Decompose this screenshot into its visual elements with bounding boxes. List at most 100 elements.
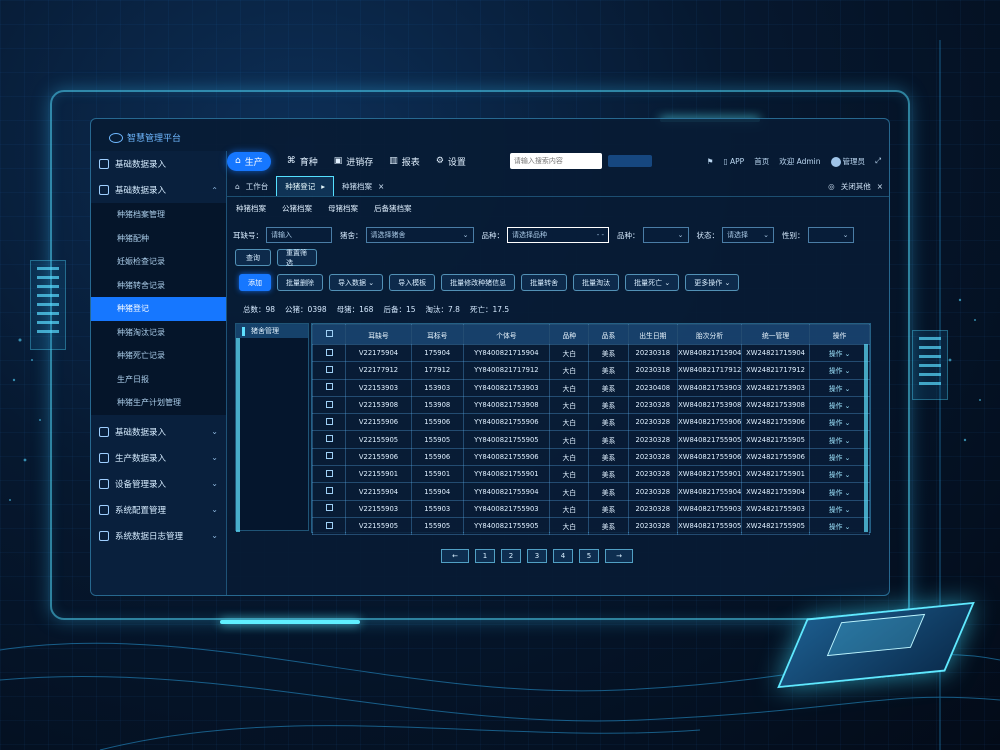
tab-close-others[interactable]: ◎ 关闭其他 × xyxy=(828,176,889,196)
prev-page-button[interactable]: ← xyxy=(441,549,469,563)
sidebar-group-3[interactable]: 基础数据录入 ⌄ xyxy=(91,419,226,445)
import-template-button[interactable]: 导入模板 xyxy=(389,274,436,291)
table-row[interactable]: V22175904 175904 YY8400821715904 大白 美系 202303… xyxy=(312,343,870,363)
row-action-dropdown[interactable]: 操作 ⌄ xyxy=(809,413,870,432)
nav-item-breeding[interactable]: ⌘ 育种 xyxy=(287,155,318,168)
row-action-dropdown[interactable]: 操作 ⌄ xyxy=(809,482,870,501)
nav-item-settings[interactable]: ⚙ 设置 xyxy=(436,155,466,168)
table-row[interactable]: V22155906 155906 YY8400821755906 大白 美系 202303… xyxy=(312,413,870,432)
row-action-dropdown[interactable]: 操作 ⌄ xyxy=(809,447,870,467)
notification-icon[interactable]: ⚑ xyxy=(707,157,714,166)
page-button[interactable]: 2 xyxy=(501,549,521,563)
row-checkbox[interactable] xyxy=(312,499,346,518)
batch-cull-button[interactable]: 批量淘汰 xyxy=(573,274,620,291)
nav-item-inventory[interactable]: ▣ 进销存 xyxy=(334,155,374,168)
page-button[interactable]: 3 xyxy=(527,549,547,563)
next-page-button[interactable]: → xyxy=(605,549,633,563)
table-row[interactable]: V22177912 177912 YY8400821717912 大白 美系 202303… xyxy=(312,361,870,380)
sidebar-group-2[interactable]: 基础数据录入 ⌃ xyxy=(91,177,226,203)
sidebar-item-active[interactable]: 种猪登记 xyxy=(91,297,226,321)
table-row[interactable]: V22153903 153903 YY8400821753903 大白 美系 202304… xyxy=(312,378,870,397)
sidebar-item[interactable]: 种猪死亡记录 xyxy=(91,344,226,368)
tab-active[interactable]: 种猪登记 ▸ xyxy=(276,176,335,196)
column-header[interactable]: 品系 xyxy=(588,324,629,345)
tree-scrollbar[interactable] xyxy=(236,338,240,532)
sidebar-item[interactable]: 种猪配种 xyxy=(91,227,226,251)
table-row[interactable]: V22155903 155903 YY8400821755903 大白 美系 202303… xyxy=(312,499,870,518)
page-button[interactable]: 5 xyxy=(579,549,599,563)
column-header[interactable]: 耳标号 xyxy=(411,324,464,345)
breed-select-2[interactable]: ⌄ xyxy=(642,227,689,243)
row-checkbox[interactable] xyxy=(312,482,346,501)
row-action-dropdown[interactable]: 操作 ⌄ xyxy=(809,395,870,415)
row-checkbox[interactable] xyxy=(312,378,346,397)
import-data-button[interactable]: 导入数据 ⌄ xyxy=(329,274,384,291)
row-action-dropdown[interactable]: 操作 ⌄ xyxy=(809,378,870,397)
search-input[interactable] xyxy=(509,153,602,169)
select-all-checkbox[interactable] xyxy=(312,324,346,345)
row-checkbox[interactable] xyxy=(312,447,346,467)
sidebar-group-6[interactable]: 系统配置管理 ⌄ xyxy=(91,497,226,523)
row-checkbox[interactable] xyxy=(312,395,346,415)
column-header[interactable]: 操作 xyxy=(809,324,870,345)
sidebar-item[interactable]: 生产日报 xyxy=(91,368,226,392)
sidebar-item[interactable]: 种猪档案管理 xyxy=(91,203,226,227)
sidebar-item[interactable]: 种猪转舍记录 xyxy=(91,274,226,298)
table-row[interactable]: V22153908 153908 YY8400821753908 大白 美系 202303… xyxy=(312,395,870,415)
sidebar-group-5[interactable]: 设备管理录入 ⌄ xyxy=(91,471,226,497)
table-row[interactable]: V22155904 155904 YY8400821755904 大白 美系 202303… xyxy=(312,482,870,501)
table-row[interactable]: V22155906 155906 YY8400821755906 大白 美系 202303… xyxy=(312,447,870,467)
subtab-sow[interactable]: 母猪档案 xyxy=(328,203,358,214)
page-button[interactable]: 1 xyxy=(475,549,495,563)
home-link[interactable]: 首页 xyxy=(754,156,769,167)
page-button[interactable]: 4 xyxy=(553,549,573,563)
column-header[interactable]: 统一管理 xyxy=(741,324,811,345)
row-checkbox[interactable] xyxy=(312,516,346,536)
table-row[interactable]: V22155905 155905 YY8400821755905 大白 美系 202303… xyxy=(312,516,870,536)
nav-item-reports[interactable]: ▥ 报表 xyxy=(389,155,420,168)
breed-select[interactable]: 请选择品种 - - xyxy=(507,227,609,243)
table-row[interactable]: V22155905 155905 YY8400821755905 大白 美系 202303… xyxy=(312,430,870,449)
column-header[interactable]: 胎次分析 xyxy=(677,324,743,345)
subtab-reserve[interactable]: 后备猪档案 xyxy=(374,203,412,214)
status-select[interactable]: 请选择 ⌄ xyxy=(722,227,774,243)
row-checkbox[interactable] xyxy=(312,465,346,484)
tab-home[interactable]: ⌂ 工作台 xyxy=(227,176,276,196)
batch-death-button[interactable]: 批量死亡 ⌄ xyxy=(625,274,680,291)
sidebar-group-4[interactable]: 生产数据录入 ⌄ xyxy=(91,445,226,471)
add-button[interactable]: 添加 xyxy=(239,274,271,291)
row-checkbox[interactable] xyxy=(312,361,346,380)
table-scrollbar[interactable] xyxy=(864,344,868,532)
row-action-dropdown[interactable]: 操作 ⌄ xyxy=(809,343,870,363)
query-button[interactable]: 查询 xyxy=(235,249,271,266)
batch-delete-button[interactable]: 批量删除 xyxy=(277,274,323,291)
subtab-boar[interactable]: 公猪档案 xyxy=(282,203,312,214)
batch-edit-button[interactable]: 批量修改种猪信息 xyxy=(441,274,516,291)
close-icon[interactable]: × xyxy=(378,182,384,191)
fullscreen-icon[interactable]: ⤢ xyxy=(875,156,881,166)
row-action-dropdown[interactable]: 操作 ⌄ xyxy=(809,361,870,380)
nav-item-production[interactable]: ⌂ 生产 xyxy=(227,151,271,171)
table-row[interactable]: V22155901 155901 YY8400821755901 大白 美系 202303… xyxy=(312,465,870,484)
ear-notch-input[interactable]: 请输入 xyxy=(266,227,332,243)
search-button[interactable] xyxy=(607,155,652,167)
tab-second[interactable]: 种猪档案 × xyxy=(334,176,392,196)
sidebar-group-7[interactable]: 系统数据日志管理 ⌄ xyxy=(91,523,226,549)
row-action-dropdown[interactable]: 操作 ⌄ xyxy=(809,516,870,536)
reset-button[interactable]: 重置筛选 xyxy=(277,249,317,267)
sidebar-group-1[interactable]: 基础数据录入 xyxy=(91,151,226,177)
sidebar-item[interactable]: 种猪生产计划管理 xyxy=(91,391,226,415)
row-checkbox[interactable] xyxy=(312,413,346,432)
app-link[interactable]: ▯ APP xyxy=(724,157,745,166)
column-header[interactable]: 个体号 xyxy=(462,324,551,345)
column-header[interactable]: 耳缺号 xyxy=(345,324,412,345)
row-action-dropdown[interactable]: 操作 ⌄ xyxy=(809,465,870,484)
row-checkbox[interactable] xyxy=(312,430,346,449)
row-checkbox[interactable] xyxy=(312,343,346,363)
gender-select[interactable]: ⌄ xyxy=(807,227,854,243)
batch-transfer-button[interactable]: 批量转舍 xyxy=(521,274,568,291)
row-action-dropdown[interactable]: 操作 ⌄ xyxy=(809,430,870,449)
pen-select[interactable]: 请选择猪舍 ⌄ xyxy=(365,227,474,243)
subtab-all[interactable]: 种猪档案 xyxy=(236,203,266,214)
sidebar-item[interactable]: 种猪淘汰记录 xyxy=(91,321,226,345)
